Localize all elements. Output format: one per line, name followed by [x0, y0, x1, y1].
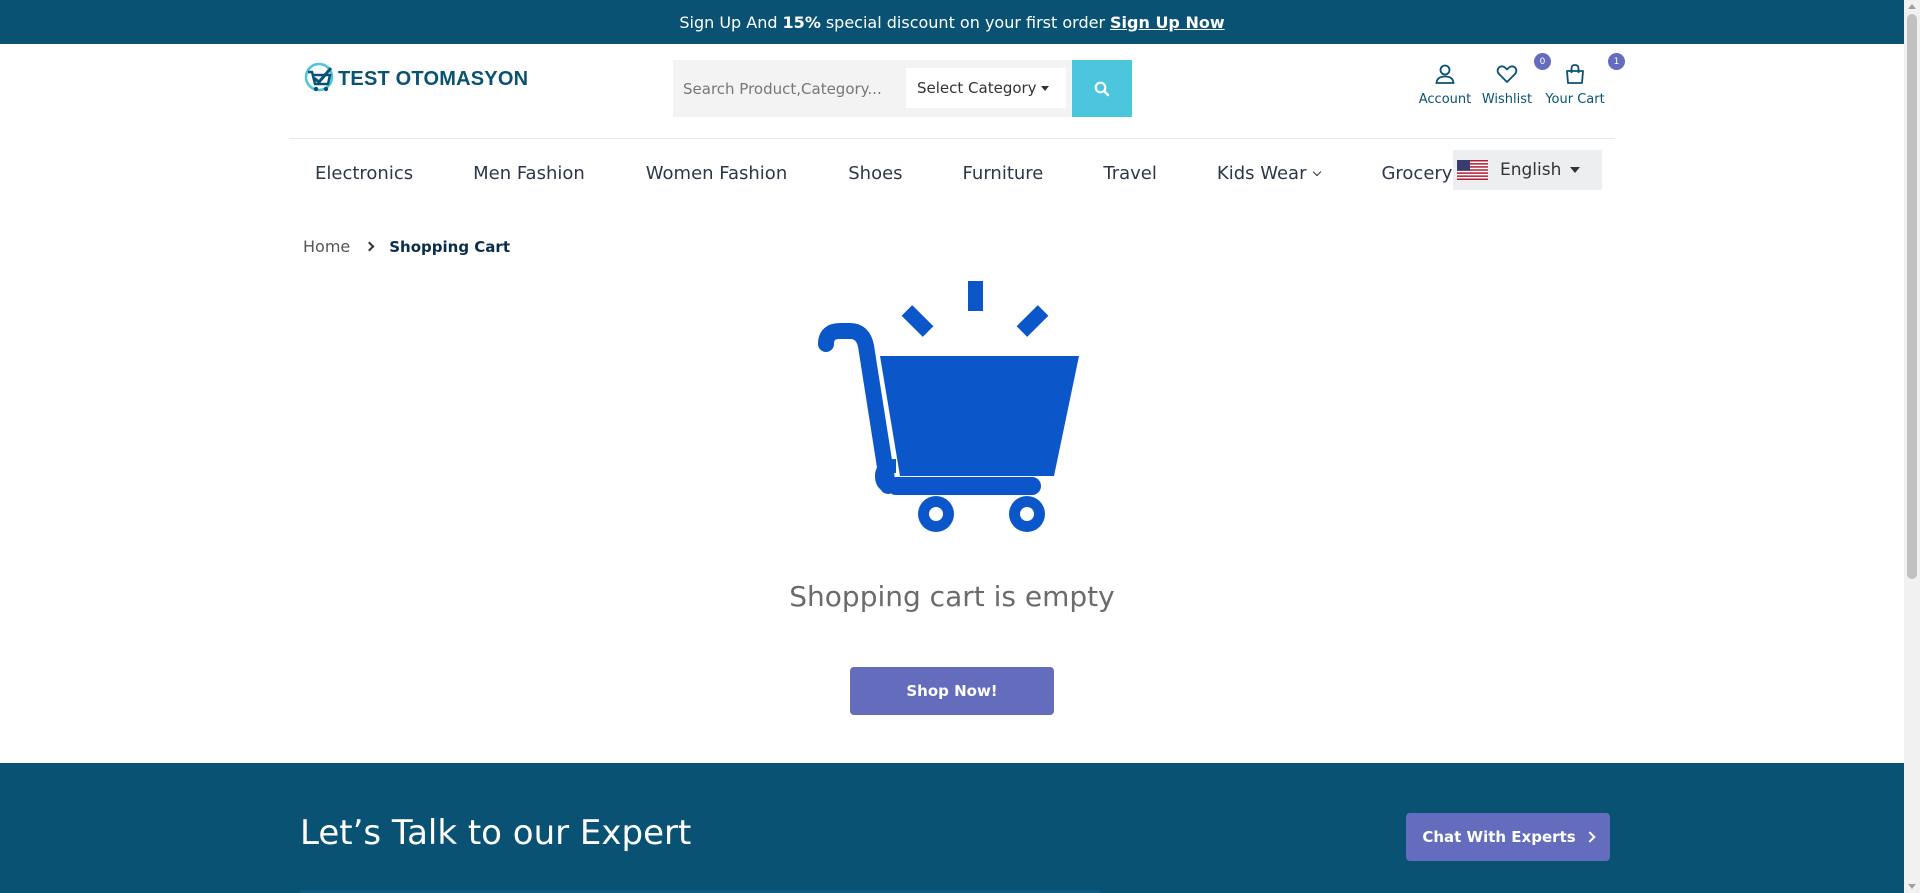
promo-suffix: special discount on your first order: [825, 12, 1106, 32]
chat-with-experts-label: Chat With Experts: [1422, 828, 1576, 846]
cart-count-badge: 1: [1608, 53, 1625, 70]
search-input[interactable]: [683, 79, 903, 98]
footer-cta-title: Let’s Talk to our Expert: [300, 813, 692, 853]
nav-item-travel[interactable]: Travel: [1103, 163, 1157, 184]
chat-with-experts-button[interactable]: Chat With Experts: [1406, 813, 1610, 861]
shop-now-button[interactable]: Shop Now!: [850, 667, 1054, 715]
main-nav: Electronics Men Fashion Women Fashion Sh…: [289, 153, 1452, 193]
account-label: Account: [1418, 92, 1472, 107]
logo-text: TEST OTOMASYON: [338, 67, 529, 90]
breadcrumb: Home Shopping Cart: [303, 237, 510, 256]
nav-item-shoes[interactable]: Shoes: [848, 163, 902, 184]
breadcrumb-current: Shopping Cart: [389, 237, 510, 256]
nav-item-kids-wear-label: Kids Wear: [1216, 162, 1307, 184]
scroll-down-icon[interactable]: [1908, 884, 1916, 889]
footer-cta-section: Let’s Talk to our Expert Chat With Exper…: [0, 763, 1904, 893]
search-bar: Select Category: [673, 60, 1132, 117]
account-button[interactable]: Account: [1413, 62, 1477, 107]
header-divider: [289, 138, 1615, 139]
caret-down-icon: [1041, 86, 1049, 91]
logo-cart-check-icon: [304, 62, 334, 92]
chevron-down-icon: [1313, 167, 1322, 176]
empty-cart-message: Shopping cart is empty: [789, 580, 1115, 613]
search-icon: [1094, 81, 1110, 96]
language-select[interactable]: English: [1453, 150, 1602, 190]
nav-item-women-fashion[interactable]: Women Fashion: [646, 163, 787, 184]
cart-button[interactable]: 1 Your Cart: [1539, 53, 1625, 107]
user-icon: [1435, 64, 1455, 84]
promo-prefix: Sign Up And: [679, 12, 778, 32]
nav-item-furniture[interactable]: Furniture: [963, 163, 1044, 184]
site-logo[interactable]: TEST OTOMASYON: [302, 62, 528, 96]
cart-label: Your Cart: [1545, 92, 1605, 107]
sign-up-link[interactable]: Sign Up Now: [1110, 13, 1225, 32]
category-select-label: Select Category: [917, 79, 1037, 97]
header-actions: Account 0 Wishlist 1 Your Cart: [1413, 53, 1625, 107]
caret-down-icon: [1570, 167, 1580, 173]
nav-item-kids-wear[interactable]: Kids Wear: [1216, 162, 1322, 184]
empty-cart-icon: [818, 281, 1079, 532]
promo-highlight: 15%: [782, 12, 821, 32]
breadcrumb-home[interactable]: Home: [303, 237, 350, 256]
promo-banner: Sign Up And 15% special discount on your…: [0, 0, 1904, 44]
chevron-right-icon: [1583, 831, 1596, 843]
wishlist-button[interactable]: 0 Wishlist: [1477, 53, 1551, 107]
chevron-right-icon: [364, 241, 375, 252]
category-select[interactable]: Select Category: [906, 68, 1066, 108]
nav-item-men-fashion[interactable]: Men Fashion: [473, 163, 585, 184]
page-scrollbar[interactable]: [1904, 0, 1920, 893]
shopping-bag-icon: [1566, 64, 1584, 84]
wishlist-label: Wishlist: [1481, 92, 1533, 107]
heart-icon: [1496, 65, 1518, 83]
scrollbar-thumb[interactable]: [1907, 14, 1917, 579]
language-label: English: [1500, 160, 1562, 180]
scroll-up-icon[interactable]: [1908, 4, 1916, 9]
us-flag-icon: [1457, 160, 1488, 180]
search-button[interactable]: [1072, 60, 1132, 117]
nav-item-grocery[interactable]: Grocery: [1381, 163, 1452, 184]
nav-item-electronics[interactable]: Electronics: [315, 163, 413, 184]
